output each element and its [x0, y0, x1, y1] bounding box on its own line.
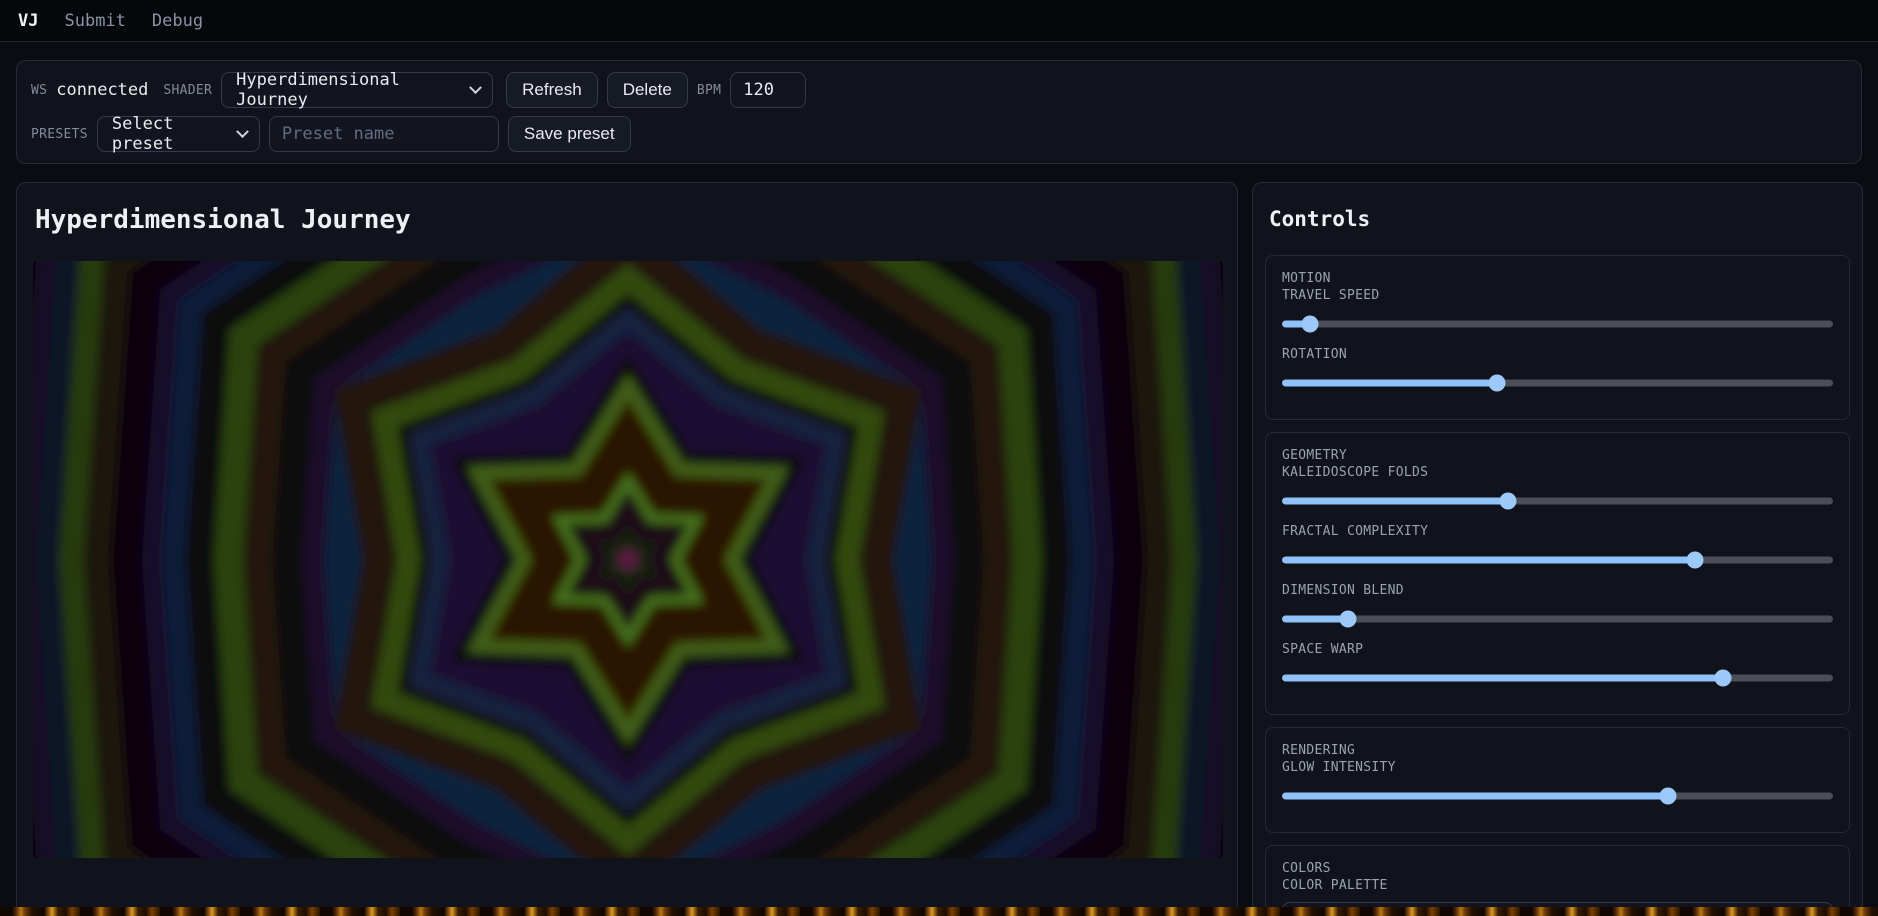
group-colors: COLORS COLOR PALETTE neon SATURATION [1265, 845, 1850, 916]
bpm-input[interactable] [730, 72, 806, 108]
slider-thumb[interactable] [1659, 788, 1676, 805]
slider-fill [1282, 380, 1497, 387]
slider-label-kaleidoscope-folds: KALEIDOSCOPE FOLDS [1282, 464, 1833, 481]
slider-track[interactable] [1282, 557, 1833, 564]
kaleidoscope-folds-slider[interactable] [1282, 491, 1833, 511]
slider-label-dimension-blend: DIMENSION BLEND [1282, 582, 1833, 599]
top-nav: VJ Submit Debug [0, 0, 1878, 42]
fractal-complexity-slider[interactable] [1282, 550, 1833, 570]
nav-link-submit[interactable]: Submit [64, 11, 125, 31]
controls-title: Controls [1269, 207, 1850, 231]
save-preset-button[interactable]: Save preset [508, 116, 631, 152]
slider-track[interactable] [1282, 321, 1833, 328]
slider-label-glow-intensity: GLOW INTENSITY [1282, 759, 1833, 776]
preset-select-value: Select preset [112, 114, 226, 154]
slider-track[interactable] [1282, 380, 1833, 387]
slider-thumb[interactable] [1488, 375, 1505, 392]
group-name: RENDERING [1282, 742, 1833, 759]
shader-preview-canvas [33, 261, 1223, 858]
group-name: GEOMETRY [1282, 447, 1833, 464]
group-geometry: GEOMETRY KALEIDOSCOPE FOLDS FRACTAL COMP… [1265, 432, 1850, 715]
ws-status: connected [56, 80, 148, 100]
slider-fill [1282, 557, 1695, 564]
slider-thumb[interactable] [1340, 611, 1357, 628]
group-name: COLORS [1282, 860, 1833, 877]
toolbar-row-shader: WS connected SHADER Hyperdimensional Jou… [31, 72, 1847, 108]
slider-fill [1282, 498, 1508, 505]
slider-label-rotation: ROTATION [1282, 346, 1833, 363]
nav-link-debug[interactable]: Debug [152, 11, 203, 31]
slider-fill [1282, 616, 1348, 623]
travel-speed-slider[interactable] [1282, 314, 1833, 334]
shader-view-panel: Hyperdimensional Journey [16, 182, 1238, 916]
brand-logo[interactable]: VJ [18, 11, 38, 31]
slider-label-fractal-complexity: FRACTAL COMPLEXITY [1282, 523, 1833, 540]
shader-title: Hyperdimensional Journey [35, 205, 1221, 235]
glow-intensity-slider[interactable] [1282, 786, 1833, 806]
delete-button[interactable]: Delete [607, 72, 688, 108]
shader-select[interactable]: Hyperdimensional Journey [221, 72, 493, 108]
toolbar-row-presets: PRESETS Select preset Save preset [31, 116, 1847, 152]
slider-fill [1282, 675, 1723, 682]
kaleidoscope-render [33, 261, 1223, 858]
preset-select[interactable]: Select preset [97, 116, 260, 152]
slider-thumb[interactable] [1714, 670, 1731, 687]
slider-track[interactable] [1282, 675, 1833, 682]
preset-name-input[interactable] [269, 116, 499, 152]
slider-track[interactable] [1282, 498, 1833, 505]
slider-track[interactable] [1282, 793, 1833, 800]
group-motion: MOTION TRAVEL SPEED ROTATION [1265, 255, 1850, 420]
group-name: MOTION [1282, 270, 1833, 287]
space-warp-slider[interactable] [1282, 668, 1833, 688]
toolbar-panel: WS connected SHADER Hyperdimensional Jou… [16, 60, 1862, 164]
shader-label: SHADER [163, 83, 212, 98]
slider-label-space-warp: SPACE WARP [1282, 641, 1833, 658]
slider-thumb[interactable] [1687, 552, 1704, 569]
group-rendering: RENDERING GLOW INTENSITY [1265, 727, 1850, 833]
ws-label: WS [31, 83, 47, 98]
slider-thumb[interactable] [1499, 493, 1516, 510]
rotation-slider[interactable] [1282, 373, 1833, 393]
dimension-blend-slider[interactable] [1282, 609, 1833, 629]
controls-panel: Controls MOTION TRAVEL SPEED ROTATION GE… [1252, 182, 1863, 916]
bpm-label: BPM [697, 83, 721, 98]
refresh-button[interactable]: Refresh [506, 72, 598, 108]
bottom-shader-strip [0, 907, 1878, 916]
slider-fill [1282, 793, 1668, 800]
chevron-down-icon [236, 125, 249, 138]
slider-label-travel-speed: TRAVEL SPEED [1282, 287, 1833, 304]
presets-label: PRESETS [31, 127, 88, 142]
slider-track[interactable] [1282, 616, 1833, 623]
select-label-color-palette: COLOR PALETTE [1282, 877, 1833, 894]
slider-thumb[interactable] [1301, 316, 1318, 333]
shader-select-value: Hyperdimensional Journey [236, 70, 459, 110]
chevron-down-icon [469, 81, 482, 94]
